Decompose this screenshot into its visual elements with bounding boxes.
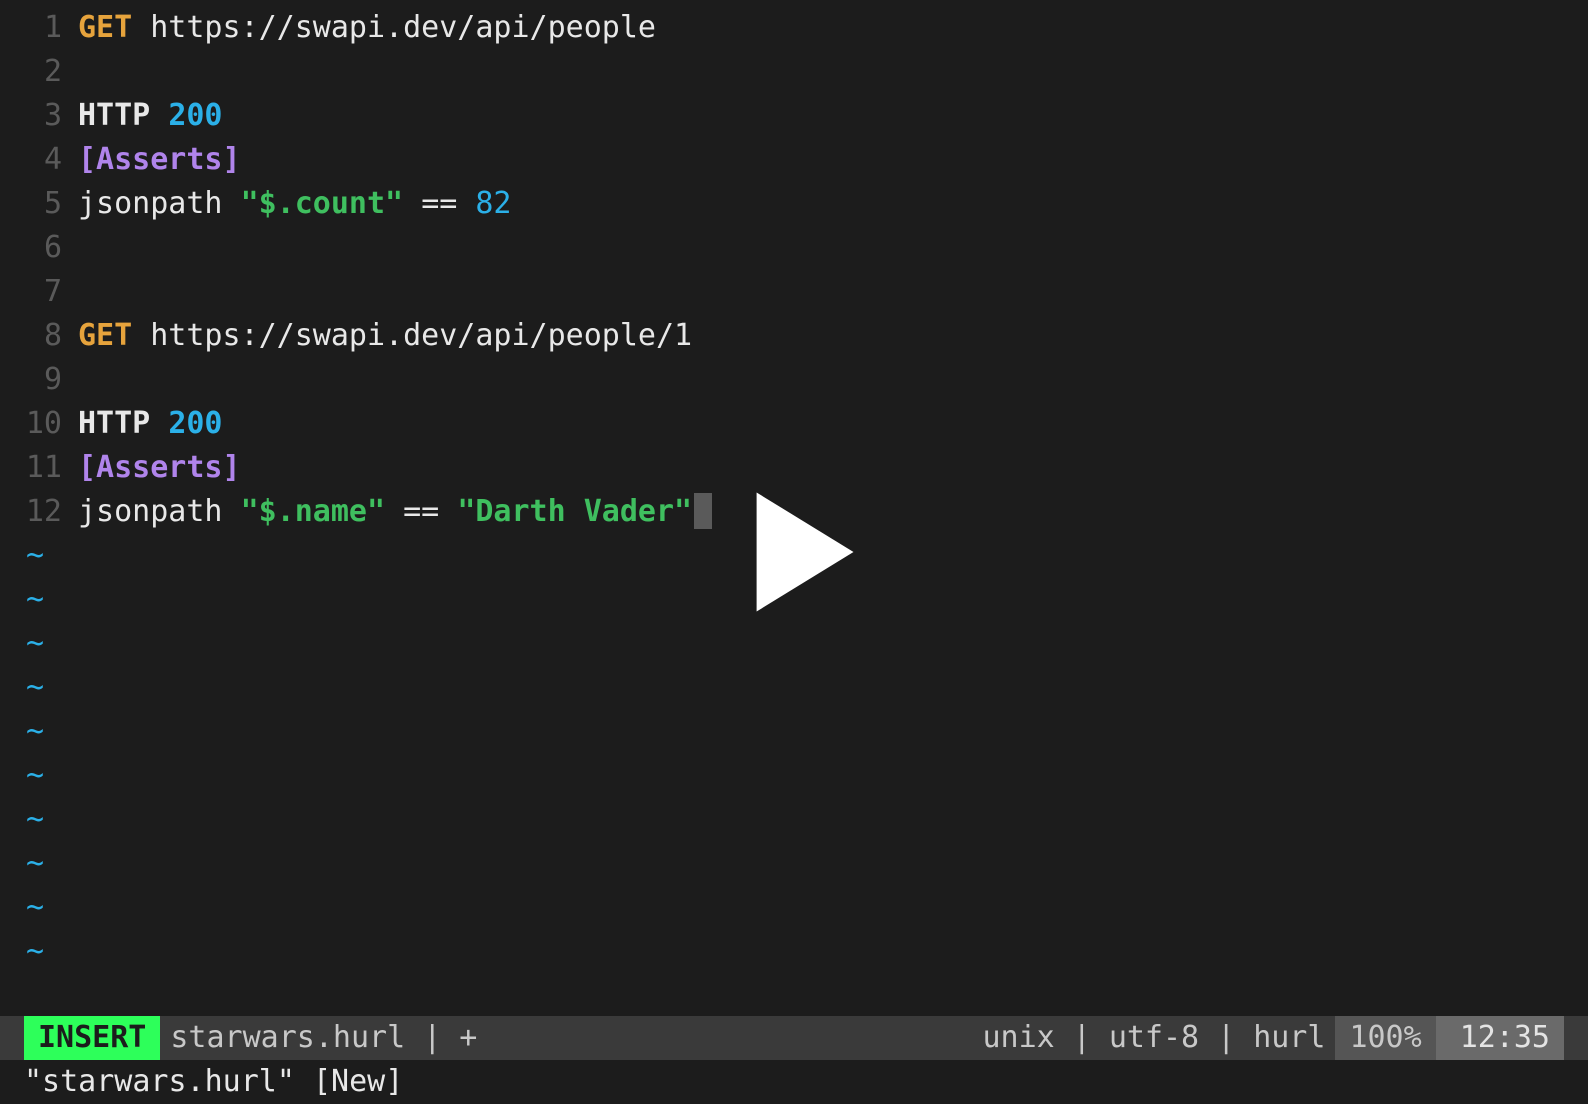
code-token: https://swapi.dev/api/people/1 — [150, 318, 692, 353]
status-line: INSERT starwars.hurl | + unix | utf-8 | … — [0, 1016, 1588, 1060]
code-line[interactable]: 9 — [0, 358, 1588, 402]
line-number: 10 — [0, 402, 78, 446]
code-content: HTTP 200 — [78, 402, 223, 446]
code-token: 200 — [168, 406, 222, 441]
line-number: 5 — [0, 182, 78, 226]
line-number: 11 — [0, 446, 78, 490]
code-line[interactable]: 5jsonpath "$.count" == 82 — [0, 182, 1588, 226]
status-percent: 100% — [1335, 1016, 1435, 1060]
line-number: 8 — [0, 314, 78, 358]
code-line[interactable]: 7 — [0, 270, 1588, 314]
mode-indicator: INSERT — [24, 1016, 160, 1060]
code-token: "$.count" — [241, 186, 404, 221]
code-content: [Asserts] — [78, 138, 241, 182]
command-line[interactable]: "starwars.hurl" [New] — [0, 1060, 1588, 1104]
code-token: GET — [78, 10, 132, 45]
empty-line-tilde: ~ — [0, 666, 1588, 710]
code-token — [403, 186, 421, 221]
status-sep: | — [1065, 1016, 1099, 1060]
code-line[interactable]: 8GET https://swapi.dev/api/people/1 — [0, 314, 1588, 358]
empty-line-tilde: ~ — [0, 798, 1588, 842]
line-number: 7 — [0, 270, 78, 314]
code-token: HTTP — [78, 406, 150, 441]
code-token: "Darth Vader" — [457, 494, 692, 529]
line-number: 1 — [0, 6, 78, 50]
code-token: jsonpath — [78, 186, 223, 221]
code-line[interactable]: 4[Asserts] — [0, 138, 1588, 182]
code-token: jsonpath — [78, 494, 223, 529]
line-number: 12 — [0, 490, 78, 534]
status-fileformat: unix — [973, 1016, 1065, 1060]
line-number: 4 — [0, 138, 78, 182]
code-token — [132, 10, 150, 45]
code-token — [223, 494, 241, 529]
code-token — [457, 186, 475, 221]
code-token — [132, 318, 150, 353]
code-content: GET https://swapi.dev/api/people — [78, 6, 656, 50]
code-token — [439, 494, 457, 529]
code-line[interactable]: 1GET https://swapi.dev/api/people — [0, 6, 1588, 50]
status-encoding: utf-8 — [1099, 1016, 1209, 1060]
code-line[interactable]: 3HTTP 200 — [0, 94, 1588, 138]
code-line[interactable]: 6 — [0, 226, 1588, 270]
status-filename: starwars.hurl — [160, 1016, 415, 1060]
status-sep: | — [415, 1016, 449, 1060]
code-token: GET — [78, 318, 132, 353]
code-token: https://swapi.dev/api/people — [150, 10, 656, 45]
line-number: 6 — [0, 226, 78, 270]
code-content: [Asserts] — [78, 446, 241, 490]
line-number: 2 — [0, 50, 78, 94]
status-position: 12:35 — [1436, 1016, 1564, 1060]
status-filetype: hurl — [1243, 1016, 1335, 1060]
empty-line-tilde: ~ — [0, 710, 1588, 754]
code-line[interactable]: 10HTTP 200 — [0, 402, 1588, 446]
code-token — [150, 98, 168, 133]
code-content: jsonpath "$.count" == 82 — [78, 182, 512, 226]
status-sep: | — [1209, 1016, 1243, 1060]
code-token: [Asserts] — [78, 450, 241, 485]
code-token: [Asserts] — [78, 142, 241, 177]
play-button[interactable] — [709, 467, 879, 637]
code-line[interactable]: 2 — [0, 50, 1588, 94]
code-token: == — [403, 494, 439, 529]
empty-line-tilde: ~ — [0, 930, 1588, 974]
status-modified-flag: + — [449, 1016, 487, 1060]
code-token: == — [421, 186, 457, 221]
empty-line-tilde: ~ — [0, 842, 1588, 886]
code-content: GET https://swapi.dev/api/people/1 — [78, 314, 692, 358]
code-token: 200 — [168, 98, 222, 133]
empty-line-tilde: ~ — [0, 754, 1588, 798]
code-token: "$.name" — [241, 494, 386, 529]
line-number: 9 — [0, 358, 78, 402]
code-token: 82 — [475, 186, 511, 221]
play-icon — [709, 467, 879, 637]
status-spacer — [487, 1016, 972, 1060]
empty-line-tilde: ~ — [0, 886, 1588, 930]
code-token: HTTP — [78, 98, 150, 133]
code-token — [150, 406, 168, 441]
line-number: 3 — [0, 94, 78, 138]
code-token — [223, 186, 241, 221]
code-token — [385, 494, 403, 529]
code-content: jsonpath "$.name" == "Darth Vader" — [78, 490, 712, 534]
code-content: HTTP 200 — [78, 94, 223, 138]
